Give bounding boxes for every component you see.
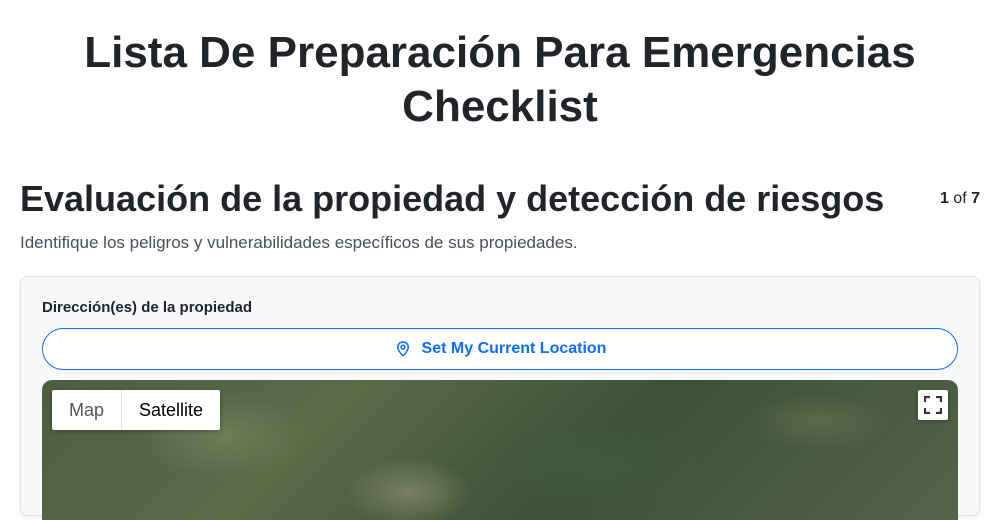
fullscreen-button[interactable] [918, 390, 948, 420]
map-type-map[interactable]: Map [52, 390, 121, 430]
fullscreen-icon [924, 396, 942, 414]
map-pin-icon [396, 341, 409, 357]
property-address-card: Dirección(es) de la propiedad Set My Cur… [20, 276, 980, 520]
step-of: of [953, 190, 967, 207]
step-total: 7 [971, 190, 980, 207]
page-title-line1: Lista De Preparación Para Emergencias [84, 28, 916, 77]
map-type-control: Map Satellite [52, 390, 221, 430]
page-title: Lista De Preparación Para Emergencias Ch… [0, 26, 1000, 134]
set-current-location-label: Set My Current Location [421, 340, 607, 357]
address-label: Dirección(es) de la propiedad [42, 299, 253, 316]
map-type-satellite[interactable]: Satellite [121, 390, 220, 430]
section-header: Evaluación de la propiedad y detección d… [20, 178, 980, 220]
step-current: 1 [939, 190, 949, 207]
section-title: Evaluación de la propiedad y detección d… [20, 178, 885, 219]
satellite-map[interactable]: Map Satellite [42, 380, 958, 520]
page-title-line2: Checklist [402, 82, 598, 131]
step-counter: 1 of 7 [940, 190, 980, 208]
set-current-location-button[interactable]: Set My Current Location [42, 328, 958, 370]
section-description: Identifique los peligros y vulnerabilida… [20, 233, 578, 252]
